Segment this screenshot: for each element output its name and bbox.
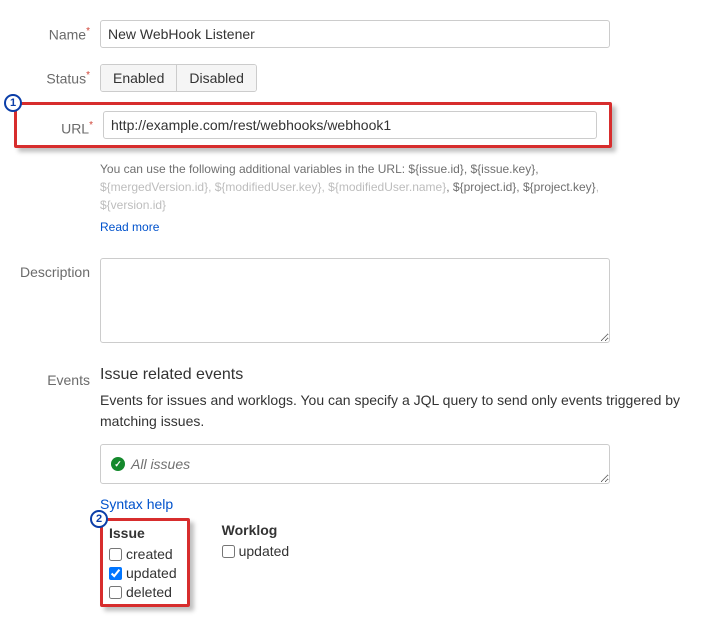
url-highlight: 1 URL*	[14, 102, 612, 148]
required-star: *	[86, 26, 90, 37]
jql-text: All issues	[131, 456, 190, 472]
description-label: Description	[10, 258, 100, 280]
jql-input[interactable]: ✓ All issues	[100, 444, 610, 484]
events-label: Events	[10, 366, 100, 388]
issue-created-checkbox[interactable]: created	[109, 546, 177, 562]
worklog-group-title: Worklog	[222, 522, 290, 538]
annotation-badge-2: 2	[90, 510, 108, 528]
description-textarea[interactable]	[100, 258, 610, 343]
url-label: URL*	[21, 114, 103, 137]
syntax-help-link[interactable]: Syntax help	[100, 496, 173, 512]
status-toggle: Enabled Disabled	[100, 64, 257, 92]
status-enabled-button[interactable]: Enabled	[101, 65, 177, 91]
events-section-title: Issue related events	[100, 366, 696, 384]
name-label: Name*	[10, 20, 100, 43]
events-section-subtitle: Events for issues and worklogs. You can …	[100, 390, 696, 432]
check-icon: ✓	[111, 457, 125, 471]
worklog-updated-checkbox[interactable]: updated	[222, 543, 290, 559]
issue-group-title: Issue	[109, 525, 177, 541]
required-star: *	[86, 70, 90, 81]
annotation-badge-1: 1	[4, 94, 22, 112]
status-disabled-button[interactable]: Disabled	[177, 65, 255, 91]
url-help-text: You can use the following additional var…	[100, 160, 610, 214]
issue-events-highlight: 2 Issue created updated deleted	[100, 518, 190, 607]
read-more-link[interactable]: Read more	[100, 220, 159, 234]
issue-deleted-checkbox[interactable]: deleted	[109, 584, 177, 600]
issue-updated-checkbox[interactable]: updated	[109, 565, 177, 581]
status-label: Status*	[10, 64, 100, 87]
url-input[interactable]	[103, 111, 597, 139]
name-input[interactable]	[100, 20, 610, 48]
required-star: *	[89, 120, 93, 131]
